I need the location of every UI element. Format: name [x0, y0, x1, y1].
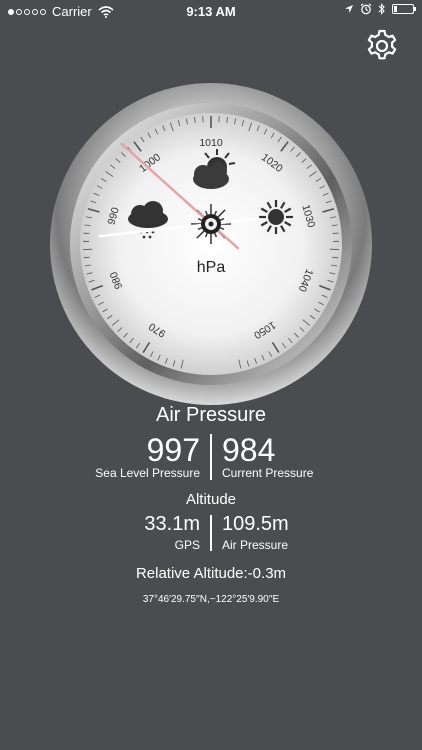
battery-icon	[392, 4, 416, 14]
barometer-gauge: 970980990100010101020103010401050 hPa	[50, 83, 372, 405]
gps-altitude-value: 33.1m	[144, 513, 200, 535]
status-bar: Carrier 9:13 AM	[0, 0, 422, 22]
pressure-readings: 997 984 Sea Level Pressure Current Press…	[0, 432, 422, 484]
air-pressure-altitude-value: 109.5m	[222, 513, 289, 535]
sea-level-pressure-value: 997	[146, 432, 200, 468]
gauge-unit-label: hPa	[197, 259, 226, 276]
divider	[210, 515, 212, 551]
gauge-tick	[83, 232, 90, 234]
gps-coordinates: 37°46′29.75′′N,−122°25′9.90′′E	[142, 594, 280, 605]
location-arrow-icon	[345, 5, 353, 13]
current-pressure-label: Current Pressure	[222, 466, 314, 480]
gauge-tick	[332, 232, 339, 234]
air-pressure-altitude-label: Air Pressure	[222, 538, 289, 552]
alarm-icon	[360, 3, 372, 15]
current-pressure-value: 984	[222, 432, 276, 468]
status-right	[344, 3, 416, 15]
altitude-title: Altitude	[185, 491, 237, 508]
divider	[210, 434, 212, 480]
gear-icon[interactable]	[364, 28, 400, 64]
altitude-readings: 33.1m 109.5m GPS Air Pressure	[0, 513, 422, 553]
sea-level-pressure-label: Sea Level Pressure	[95, 466, 200, 480]
gps-altitude-label: GPS	[174, 538, 200, 552]
relative-altitude: Relative Altitude:-0.3m	[135, 565, 287, 582]
bluetooth-icon	[378, 3, 385, 15]
air-pressure-title: Air Pressure	[155, 404, 267, 426]
gauge-tick-label: 1010	[199, 137, 223, 149]
